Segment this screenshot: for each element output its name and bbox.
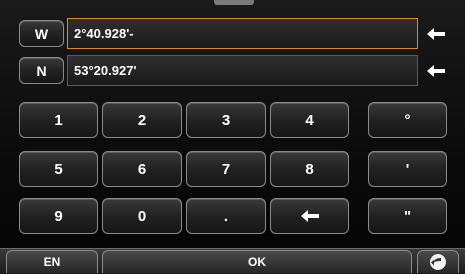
key-9[interactable]: 9 [19, 198, 98, 234]
key-second[interactable]: " [368, 198, 447, 234]
key-degree[interactable]: ° [368, 102, 447, 138]
arrow-left-icon [427, 64, 445, 77]
key-decimal[interactable]: . [186, 198, 266, 234]
key-5[interactable]: 5 [19, 151, 98, 187]
latitude-backspace-button[interactable] [418, 57, 454, 84]
key-6[interactable]: 6 [102, 151, 182, 187]
key-7[interactable]: 7 [186, 151, 266, 187]
arrow-left-icon [427, 27, 445, 40]
back-arrow-icon [430, 254, 446, 270]
direction-toggle-n[interactable]: N [19, 57, 64, 84]
language-button[interactable]: EN [6, 250, 98, 273]
arrow-left-icon [300, 210, 319, 222]
longitude-backspace-button[interactable] [418, 20, 454, 47]
direction-toggle-w[interactable]: W [19, 20, 64, 47]
latitude-value: 53°20.927' [74, 63, 137, 78]
key-1[interactable]: 1 [19, 102, 98, 138]
latitude-field[interactable]: 53°20.927' [67, 55, 418, 86]
longitude-value: 2°40.928'- [74, 26, 134, 41]
key-3[interactable]: 3 [186, 102, 266, 138]
coordinate-entry-screen: W 2°40.928'- N 53°20.927' 1 2 3 4 ° 5 6 … [0, 0, 465, 274]
top-notch [214, 0, 254, 5]
ok-button[interactable]: OK [102, 250, 412, 273]
key-2[interactable]: 2 [102, 102, 182, 138]
key-8[interactable]: 8 [270, 151, 349, 187]
key-0[interactable]: 0 [102, 198, 182, 234]
longitude-field[interactable]: 2°40.928'- [67, 18, 418, 49]
key-minute[interactable]: ' [368, 151, 447, 187]
key-backspace[interactable] [270, 198, 349, 234]
key-4[interactable]: 4 [270, 102, 349, 138]
back-button[interactable] [417, 250, 459, 273]
